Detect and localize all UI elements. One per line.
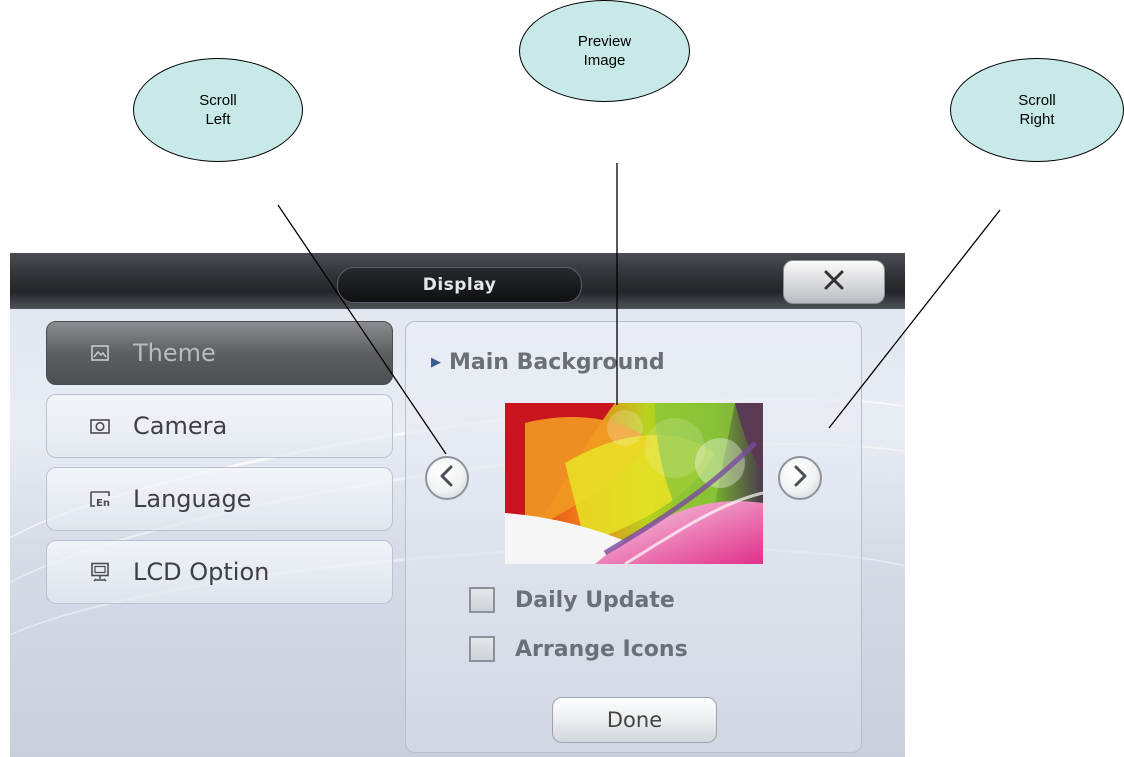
scroll-left-button[interactable] <box>425 456 469 500</box>
background-preview-image[interactable] <box>505 403 763 564</box>
scroll-left-callout: Scroll Left <box>133 58 303 162</box>
section-heading-label: Main Background <box>449 350 665 375</box>
camera-icon <box>89 418 111 434</box>
svg-text:En: En <box>96 498 110 508</box>
sidebar-item-label: LCD Option <box>133 558 270 586</box>
arrange-icons-checkbox[interactable] <box>469 636 495 662</box>
sidebar-item-language[interactable]: En Language <box>46 467 393 531</box>
close-button[interactable] <box>783 260 885 304</box>
language-icon: En <box>89 490 111 508</box>
display-settings-window: Display Theme Camera En Language LCD Opt… <box>10 253 905 757</box>
daily-update-checkbox[interactable] <box>469 587 495 613</box>
scroll-right-callout: Scroll Right <box>950 58 1124 162</box>
sidebar-item-theme[interactable]: Theme <box>46 321 393 385</box>
arrange-icons-option[interactable]: Arrange Icons <box>469 636 688 662</box>
scroll-right-button[interactable] <box>778 456 822 500</box>
monitor-icon <box>89 562 111 582</box>
sidebar-item-label: Camera <box>133 412 228 440</box>
sidebar-item-label: Theme <box>133 339 216 367</box>
close-icon <box>823 268 845 296</box>
window-title: Display <box>337 267 582 303</box>
triangle-bullet-icon: ▶ <box>431 355 441 370</box>
arrange-icons-label: Arrange Icons <box>515 636 688 662</box>
abstract-wallpaper-image <box>505 403 763 564</box>
image-icon <box>89 345 111 361</box>
sidebar-item-lcd-option[interactable]: LCD Option <box>46 540 393 604</box>
sidebar-item-label: Language <box>133 485 252 513</box>
daily-update-option[interactable]: Daily Update <box>469 587 675 613</box>
preview-image-callout: Preview Image <box>519 0 690 102</box>
done-button[interactable]: Done <box>552 697 717 743</box>
title-bar: Display <box>10 253 905 309</box>
daily-update-label: Daily Update <box>515 587 675 613</box>
sidebar-item-camera[interactable]: Camera <box>46 394 393 458</box>
chevron-left-icon <box>438 465 456 491</box>
chevron-right-icon <box>791 465 809 491</box>
main-background-heading: ▶ Main Background <box>431 350 665 375</box>
